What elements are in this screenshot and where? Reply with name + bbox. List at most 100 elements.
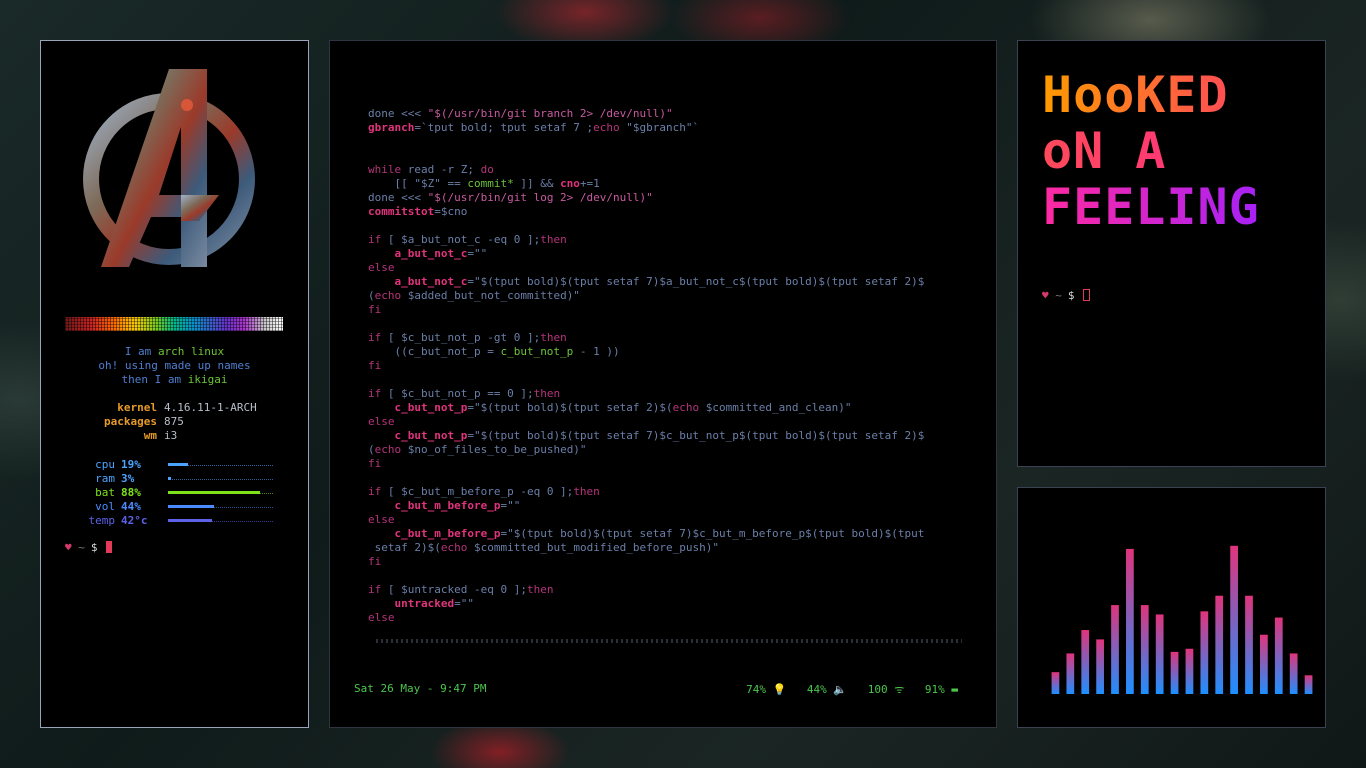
code-token: [ $untracked -eq 0 ]; <box>381 583 527 596</box>
stat-bar <box>168 489 273 497</box>
code-token: ="" <box>467 247 488 260</box>
code-token: echo <box>593 121 620 134</box>
code-editor-window[interactable]: done <<< "$(/usr/bin/git branch 2> /dev/… <box>329 40 997 728</box>
visualizer-bar <box>1185 648 1194 694</box>
right-shell-prompt[interactable]: ♥ ~ $ <box>1042 289 1090 302</box>
visualizer-bar <box>1245 595 1253 694</box>
intro-text: I am arch linux oh! using made up names … <box>41 345 308 387</box>
editor-filler-line <box>376 639 962 643</box>
avengers-logo <box>83 69 255 267</box>
visualizer-bar <box>1140 605 1149 694</box>
code-token: "$gbranch"` <box>619 121 700 134</box>
code-token: fi <box>368 457 382 470</box>
code-token: echo <box>672 401 700 414</box>
visualizer-bar <box>1274 617 1283 694</box>
code-token: c_but_not_p <box>500 345 574 358</box>
code-line: fi <box>368 555 924 569</box>
visualizer-bar <box>1289 653 1298 694</box>
code-token: =`tput bold; tput setaf 7 ; <box>414 121 594 134</box>
banner-terminal-window[interactable]: HooKED oN A FEELING ♥ ~ $ <box>1017 40 1326 467</box>
stat-bar-fill <box>168 519 213 522</box>
sysinfo-key: packages <box>104 415 157 428</box>
code-token: if <box>368 331 382 344</box>
visualizer-bar <box>1126 548 1134 694</box>
code-token: if <box>368 233 382 246</box>
code-line: c_but_m_before_p="$(tput bold)$(tput set… <box>368 527 925 541</box>
code-token: else <box>368 415 395 428</box>
visualizer-bar <box>1066 653 1075 694</box>
code-token: do <box>480 163 494 176</box>
sysinfo-value: i3 <box>164 429 178 442</box>
code-token: ="" <box>454 597 474 610</box>
code-area[interactable]: done <<< "$(/usr/bin/git branch 2> /dev/… <box>368 107 924 625</box>
code-token: ( <box>368 289 375 302</box>
sysinfo-value: 4.16.11-1-ARCH <box>164 401 257 414</box>
visualizer-bar <box>1155 614 1164 694</box>
code-line: gbranch=`tput bold; tput setaf 7 ;echo "… <box>368 121 924 135</box>
code-token: while <box>368 163 402 176</box>
stat-value: 44% <box>121 500 141 513</box>
code-token: =$cno <box>434 205 468 218</box>
code-line: commitstot=$cno <box>368 205 924 219</box>
code-line: if [ $c_but_m_before_p -eq 0 ];then <box>368 485 924 499</box>
banner-line3: FEELING <box>1042 179 1278 235</box>
sysinfo-terminal-window[interactable]: I am arch linux oh! using made up names … <box>40 40 309 728</box>
code-token: [ $c_but_not_p -gt 0 ]; <box>381 331 541 344</box>
code-token: [ $a_but_not_c -eq 0 ]; <box>381 233 541 246</box>
code-token: then <box>573 485 600 498</box>
visualizer-bar <box>1170 651 1179 694</box>
code-token: read -r Z; <box>401 163 481 176</box>
banner-line1: HooKED <box>1042 67 1278 123</box>
code-line: done <<< "$(/usr/bin/git branch 2> /dev/… <box>368 107 924 121</box>
visualizer-bar <box>1200 611 1209 694</box>
code-line: if [ $a_but_not_c -eq 0 ];then <box>368 233 924 247</box>
code-line: while read -r Z; do <box>368 163 924 177</box>
code-token: then <box>540 331 567 344</box>
sysinfo-key: kernel <box>117 401 157 414</box>
audio-visualizer-window[interactable] <box>1017 487 1326 728</box>
stat-label: temp <box>88 514 116 527</box>
prompt-cwd: ~ <box>78 541 85 554</box>
code-token: if <box>368 485 382 498</box>
intro-username: ikigai <box>187 373 228 386</box>
audio-visualizer <box>1051 545 1313 694</box>
code-token: if <box>368 583 382 596</box>
code-token: ((c_but_not_p = <box>368 345 501 358</box>
code-token: fi <box>368 359 382 372</box>
stat-cpu: cpu 19% <box>41 458 308 472</box>
terminal-cursor <box>105 541 112 553</box>
code-line: else <box>368 513 924 527</box>
sysinfo-list: kernel 4.16.11-1-ARCH packages 875 wm i3 <box>41 401 308 443</box>
code-token: - 1 )) <box>573 345 620 358</box>
heart-icon: ♥ <box>1042 289 1049 302</box>
stat-bar <box>168 517 273 525</box>
code-token: ]] && <box>513 177 561 190</box>
code-line: fi <box>368 457 924 471</box>
heart-icon: ♥ <box>65 541 72 554</box>
status-brightness: 74% 💡 <box>746 683 787 696</box>
code-token: echo <box>374 443 402 456</box>
code-token: echo <box>374 289 402 302</box>
left-shell-prompt[interactable]: ♥ ~ $ <box>65 541 112 554</box>
code-token: [ $c_but_m_before_p -eq 0 ]; <box>381 485 574 498</box>
visualizer-bar <box>1304 675 1313 694</box>
code-token: echo <box>440 541 468 554</box>
prompt-symbol: $ <box>90 541 98 554</box>
code-line: if [ $untracked -eq 0 ];then <box>368 583 924 597</box>
visualizer-bar <box>1230 545 1238 694</box>
stat-bar-fill <box>168 477 172 480</box>
code-line: c_but_m_before_p="" <box>368 499 924 513</box>
stat-value: 19% <box>121 458 141 471</box>
code-line: fi <box>368 359 924 373</box>
code-token: ="$(tput bold)$(tput setaf 7)$c_but_m_be… <box>500 527 925 540</box>
visualizer-bar <box>1215 595 1224 694</box>
prompt-symbol: $ <box>1067 289 1075 302</box>
